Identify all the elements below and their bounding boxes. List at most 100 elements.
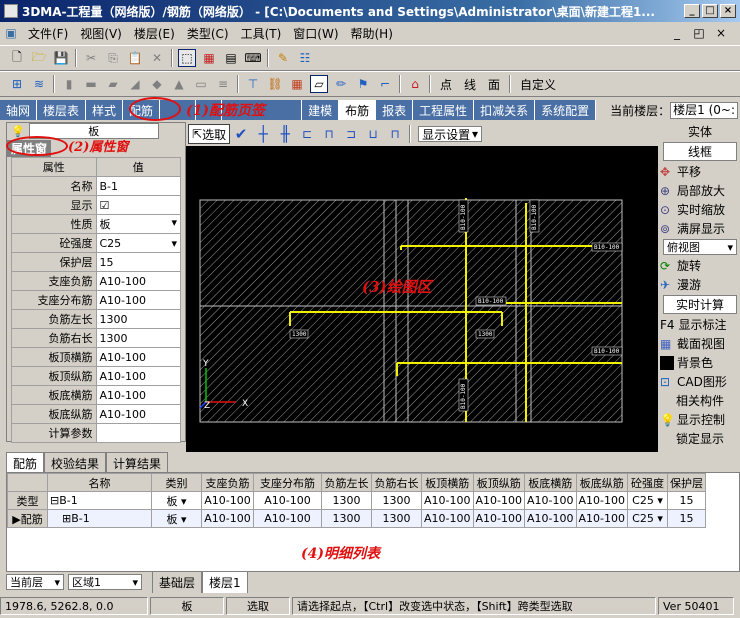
- opening-icon[interactable]: ▭: [192, 75, 210, 93]
- menu-file[interactable]: 文件(F): [22, 25, 74, 42]
- minimize-button[interactable]: _: [684, 4, 700, 18]
- menu-window[interactable]: 窗口(W): [287, 25, 344, 42]
- tab-check-results[interactable]: 校验结果: [44, 452, 107, 472]
- region-dropdown[interactable]: 区域1 ▾: [68, 574, 142, 590]
- tab-foundation-layer[interactable]: 基础层: [152, 571, 203, 593]
- face-button[interactable]: 面: [482, 76, 506, 93]
- tab-style[interactable]: 样式: [86, 100, 124, 120]
- save-icon[interactable]: 💾: [52, 49, 70, 67]
- rebar-icon[interactable]: ≡: [214, 75, 232, 93]
- slab-icon[interactable]: ▱: [310, 75, 328, 93]
- copy-icon[interactable]: ⎘: [104, 49, 122, 67]
- footing-icon[interactable]: ▲: [170, 75, 188, 93]
- calculator-icon[interactable]: ▤: [222, 49, 240, 67]
- canvas-svg[interactable]: B10-100 B10-100 B10-100 B10-100 1300 130…: [186, 146, 658, 452]
- menu-help[interactable]: 帮助(H): [345, 25, 399, 42]
- pencil-icon[interactable]: ✏: [332, 75, 350, 93]
- mdi-close-icon[interactable]: ×: [712, 24, 730, 42]
- grid-icon[interactable]: ⊞: [8, 75, 26, 93]
- custom-button[interactable]: 自定义: [514, 76, 562, 93]
- cad-button[interactable]: ⊡ CAD图形: [660, 372, 740, 391]
- wireframe-mode[interactable]: 线框: [663, 142, 737, 161]
- bracket-icon-2[interactable]: ⊓: [320, 125, 338, 143]
- row-pointer-icon: ▶: [12, 512, 21, 526]
- show-label-button[interactable]: F4 显示标注: [660, 315, 740, 334]
- paste-icon[interactable]: 📋: [126, 49, 144, 67]
- corner-icon[interactable]: ⌐: [376, 75, 394, 93]
- layers-icon[interactable]: ≋: [30, 75, 48, 93]
- cross-rebar-icon[interactable]: ┼: [254, 125, 272, 143]
- tab-project-props[interactable]: 工程属性: [413, 100, 475, 120]
- tab-modeling[interactable]: 建模: [302, 100, 340, 120]
- menu-floor[interactable]: 楼层(E): [128, 25, 181, 42]
- bracket-icon-5[interactable]: ⊓: [386, 125, 404, 143]
- table-row[interactable]: 类型 ⊟B-1 板 ▾ A10-100 A10-100 1300 1300 A1…: [7, 491, 706, 510]
- wall-icon[interactable]: ▰: [104, 75, 122, 93]
- fit-screen-button[interactable]: ⊚ 满屏显示: [660, 219, 740, 238]
- section-view-button[interactable]: ▦ 截面视图: [660, 334, 740, 353]
- table-icon[interactable]: ▦: [200, 49, 218, 67]
- open-folder-icon[interactable]: 🗁: [30, 49, 48, 67]
- cut-icon[interactable]: ✂: [82, 49, 100, 67]
- related-components[interactable]: 相关构件: [660, 391, 740, 410]
- pan-button[interactable]: ✥ 平移: [660, 162, 740, 181]
- flag-icon[interactable]: ⚑: [354, 75, 372, 93]
- point-button[interactable]: 点: [434, 76, 458, 93]
- mdi-restore-icon[interactable]: ◰: [690, 24, 708, 42]
- zoom-local-button[interactable]: ⊕ 局部放大: [660, 181, 740, 200]
- mdi-minimize-icon[interactable]: _: [668, 24, 686, 42]
- menu-view[interactable]: 视图(V): [74, 25, 128, 42]
- dropdown-arrow-icon[interactable]: ▾: [171, 237, 177, 250]
- maximize-button[interactable]: □: [702, 4, 718, 18]
- lock-display-button[interactable]: 锁定显示: [660, 429, 740, 448]
- brick-wall-icon[interactable]: ▦: [288, 75, 306, 93]
- current-floor-selector[interactable]: 当前楼层： 楼层1 (0~:: [608, 100, 740, 120]
- tab-rebar-layout[interactable]: 布筋: [339, 100, 377, 120]
- tab-report[interactable]: 报表: [376, 100, 414, 120]
- keyboard-icon[interactable]: ⌨: [244, 49, 262, 67]
- link-icon[interactable]: ⛓: [266, 75, 284, 93]
- house-icon[interactable]: ⌂: [406, 75, 424, 93]
- tab-floor-1[interactable]: 楼层1: [202, 571, 248, 593]
- bracket-icon-3[interactable]: ⊐: [342, 125, 360, 143]
- slab-piece-icon[interactable]: ◆: [148, 75, 166, 93]
- drawing-canvas[interactable]: B10-100 B10-100 B10-100 B10-100 1300 130…: [186, 146, 658, 452]
- delete-icon[interactable]: ✕: [148, 49, 166, 67]
- menu-type[interactable]: 类型(C): [181, 25, 235, 42]
- column-icon[interactable]: ▮: [60, 75, 78, 93]
- rotate-button[interactable]: ⟳ 旋转: [660, 256, 740, 275]
- checklist-icon[interactable]: ☷: [296, 49, 314, 67]
- display-checkbox[interactable]: ☑: [95, 195, 181, 215]
- tab-calc-results[interactable]: 计算结果: [106, 452, 169, 472]
- table-row[interactable]: ▶配筋 ⊞B-1 板 ▾ A10-100 A10-100 1300 1300 A…: [7, 509, 706, 528]
- view-dropdown[interactable]: 俯视图 ▾: [663, 239, 737, 255]
- stair-icon[interactable]: ◢: [126, 75, 144, 93]
- tab-deduction[interactable]: 扣减关系: [474, 100, 536, 120]
- current-layer-dropdown[interactable]: 当前层 ▾: [6, 574, 64, 590]
- double-cross-icon[interactable]: ╫: [276, 125, 294, 143]
- bracket-icon-1[interactable]: ⊏: [298, 125, 316, 143]
- tab-floor-table[interactable]: 楼层表: [37, 100, 87, 120]
- dropdown-arrow-icon[interactable]: ▾: [171, 216, 177, 229]
- pile-icon[interactable]: ⊤: [244, 75, 262, 93]
- line-button[interactable]: 线: [458, 76, 482, 93]
- display-control-button[interactable]: 💡 显示控制: [660, 410, 740, 429]
- tab-system-config[interactable]: 系统配置: [535, 100, 597, 120]
- bracket-icon-4[interactable]: ⊔: [364, 125, 382, 143]
- realtime-calc-button[interactable]: 实时计算: [663, 295, 737, 314]
- tab-axis[interactable]: 轴网: [0, 100, 38, 120]
- new-file-icon[interactable]: 🗋: [8, 49, 26, 67]
- select-button[interactable]: ⇱ 选取: [188, 124, 231, 144]
- background-color-button[interactable]: 背景色: [660, 353, 740, 372]
- menu-tools[interactable]: 工具(T): [235, 25, 288, 42]
- select-tool-icon[interactable]: ⬚: [178, 49, 196, 67]
- tab-rebar[interactable]: 配筋: [6, 452, 45, 472]
- zoom-realtime-button[interactable]: ⊙ 实时缩放: [660, 200, 740, 219]
- wand-icon[interactable]: ✎: [274, 49, 292, 67]
- entity-mode[interactable]: 实体: [660, 122, 740, 141]
- close-button[interactable]: ×: [720, 4, 736, 18]
- display-settings-dropdown[interactable]: 显示设置 ▾: [418, 126, 483, 142]
- beam-icon[interactable]: ▬: [82, 75, 100, 93]
- roam-button[interactable]: ✈ 漫游: [660, 275, 740, 294]
- check-icon[interactable]: ✔: [232, 125, 250, 143]
